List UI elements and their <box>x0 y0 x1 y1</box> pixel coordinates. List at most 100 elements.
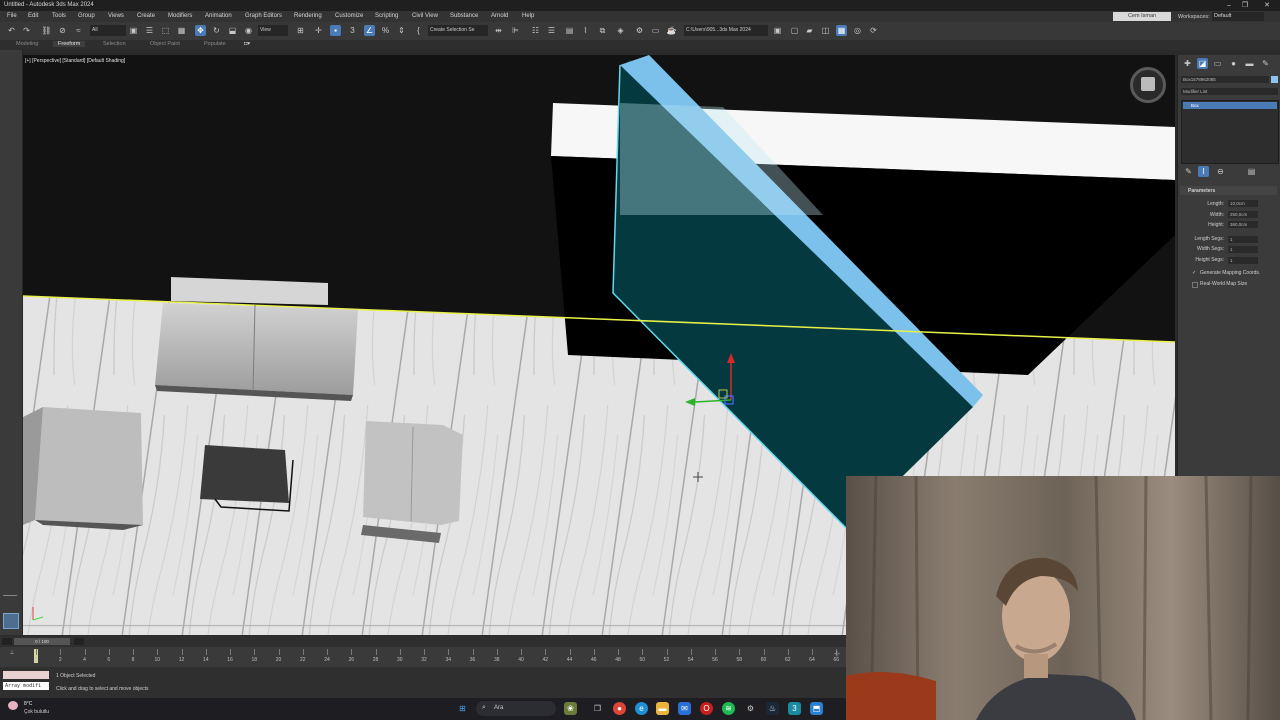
track-bar[interactable]: ⟂ 0 2 4 6 8 10 12 14 16 18 20 22 24 26 28 30 32 34 36 38 40 4… <box>0 647 846 667</box>
time-slider-thumb[interactable]: 0 / 100 <box>14 638 70 645</box>
named-selection-dropdown[interactable]: Create Selection Se <box>428 25 488 36</box>
viewport-label[interactable]: [+] [Perspective] [Standard] [Default Sh… <box>25 58 125 64</box>
modify-tab-icon[interactable]: ◪ <box>1197 58 1208 69</box>
open-explorer-icon[interactable]: ▣ <box>772 25 783 36</box>
prev-frame-button[interactable] <box>2 638 12 645</box>
spinner-snap-icon[interactable]: ⇕ <box>396 25 407 36</box>
edge-icon[interactable]: e <box>635 702 648 715</box>
pivot-icon[interactable]: ⊞ <box>295 25 306 36</box>
spotify-icon[interactable]: ≋ <box>722 702 735 715</box>
arnold-light-icon[interactable]: ⟳ <box>868 25 879 36</box>
menu-views[interactable]: Views <box>108 13 124 19</box>
menu-customize[interactable]: Customize <box>335 13 363 19</box>
manipulate-icon[interactable]: ✛ <box>313 25 324 36</box>
viewcube-face-icon[interactable] <box>1141 77 1155 91</box>
select-move-icon[interactable]: ✥ <box>195 25 206 36</box>
render-production-icon[interactable]: ☕ <box>666 25 677 36</box>
gen-mapping-checkbox[interactable]: ✓ <box>1192 270 1196 276</box>
maximize-icon[interactable]: ❐ <box>1238 1 1252 10</box>
keyboard-shortcut-icon[interactable]: ▪ <box>330 25 341 36</box>
windows-start-icon[interactable]: ⊞ <box>456 702 469 715</box>
modifier-stack[interactable]: Box <box>1181 100 1279 164</box>
settings-icon[interactable]: ⚙ <box>744 702 757 715</box>
minimize-icon[interactable]: – <box>1222 1 1236 10</box>
tab-selection[interactable]: Selection <box>103 41 126 47</box>
menu-civil-view[interactable]: Civil View <box>412 13 438 19</box>
tab-populate[interactable]: Populate <box>204 41 226 47</box>
real-world-checkbox[interactable] <box>1192 282 1198 288</box>
mirror-icon[interactable]: ⇹ <box>493 25 504 36</box>
width-segs-spinner[interactable]: 1 <box>1228 246 1258 253</box>
menu-rendering[interactable]: Rendering <box>294 13 322 19</box>
mail-icon[interactable]: ✉ <box>678 702 691 715</box>
close-icon[interactable]: ✕ <box>1260 1 1274 10</box>
menu-scripting[interactable]: Scripting <box>375 13 398 19</box>
widgets-icon[interactable]: ❀ <box>564 702 577 715</box>
window-crossing-icon[interactable]: ▦ <box>176 25 187 36</box>
workspace-dropdown[interactable]: Default <box>1212 12 1264 21</box>
user-account-button[interactable]: Cem Isman <box>1113 12 1171 21</box>
steam-icon[interactable]: ♨ <box>766 702 779 715</box>
menu-arnold[interactable]: Arnold <box>491 13 508 19</box>
select-object-icon[interactable]: ▣ <box>128 25 139 36</box>
undo-icon[interactable]: ↶ <box>6 25 17 36</box>
menu-graph-editors[interactable]: Graph Editors <box>245 13 282 19</box>
menu-substance[interactable]: Substance <box>450 13 478 19</box>
3dsmax-icon[interactable]: 3 <box>788 702 801 715</box>
ribbon-toggle-icon[interactable]: ▤ <box>564 25 575 36</box>
curve-editor-icon[interactable]: ⌇ <box>580 25 591 36</box>
opera-icon[interactable]: O <box>700 702 713 715</box>
motion-tab-icon[interactable]: ● <box>1228 58 1239 69</box>
length-spinner[interactable]: 10,0cm <box>1228 200 1258 207</box>
rect-selection-icon[interactable]: ⬚ <box>160 25 171 36</box>
layer-explorer-icon[interactable]: ☰ <box>546 25 557 36</box>
tab-modeling[interactable]: Modeling <box>16 41 38 47</box>
ribbon-options-icon[interactable]: ◘▾ <box>244 41 250 47</box>
viewport-layout-thumb[interactable] <box>3 613 19 629</box>
height-segs-spinner[interactable]: 1 <box>1228 257 1258 264</box>
modifier-list-dropdown[interactable]: Modifier List <box>1181 88 1278 95</box>
width-spinner[interactable]: 250,0cm <box>1228 211 1258 218</box>
pin-stack-icon[interactable]: ✎ <box>1183 166 1194 177</box>
track-bar-menu-icon[interactable]: ⟂ <box>10 650 14 657</box>
show-end-result-icon[interactable]: I <box>1198 166 1209 177</box>
arnold-ipr-icon[interactable]: ◎ <box>852 25 863 36</box>
select-by-name-icon[interactable]: ☰ <box>144 25 155 36</box>
menu-file[interactable]: File <box>7 13 17 19</box>
task-view-icon[interactable]: ❒ <box>591 702 604 715</box>
parameters-rollout-header[interactable]: Parameters <box>1180 186 1277 195</box>
object-name-field[interactable]: Box1578962085 <box>1181 76 1269 83</box>
menu-modifiers[interactable]: Modifiers <box>168 13 192 19</box>
layout-arrow-icon[interactable] <box>3 595 17 596</box>
tab-object-paint[interactable]: Object Paint <box>150 41 180 47</box>
tab-freeform[interactable]: Freeform <box>53 41 86 47</box>
stack-item-box[interactable]: Box <box>1183 102 1277 109</box>
length-segs-spinner[interactable]: 1 <box>1228 236 1258 243</box>
key-filter-icon[interactable]: ⊹ <box>834 650 840 658</box>
maxscript-listener-pink[interactable] <box>3 671 49 679</box>
arnold-render-icon[interactable]: ▦ <box>836 25 847 36</box>
object-color-swatch[interactable] <box>1271 76 1278 83</box>
schematic-view-icon[interactable]: ⧉ <box>597 25 608 36</box>
menu-group[interactable]: Group <box>78 13 95 19</box>
unlink-icon[interactable]: ⊘ <box>57 25 68 36</box>
create-tab-icon[interactable]: ✚ <box>1182 58 1193 69</box>
weather-temp[interactable]: 8°C <box>24 701 32 707</box>
time-slider[interactable]: 0 / 100 <box>0 636 846 647</box>
align-icon[interactable]: ⊫ <box>510 25 521 36</box>
maxscript-input[interactable]: Array modifi <box>3 682 49 690</box>
selection-filter-dropdown[interactable]: All <box>90 25 126 36</box>
select-place-icon[interactable]: ◉ <box>243 25 254 36</box>
project-folder-dropdown[interactable]: C:\Users\905...3ds Max 2024 <box>684 25 768 36</box>
menu-tools[interactable]: Tools <box>52 13 66 19</box>
weather-icon[interactable] <box>8 701 18 710</box>
asset-tracking-icon[interactable]: ◫ <box>820 25 831 36</box>
rendered-frame-icon[interactable]: ▭ <box>650 25 661 36</box>
select-scale-icon[interactable]: ⬓ <box>227 25 238 36</box>
menu-create[interactable]: Create <box>137 13 155 19</box>
hierarchy-tab-icon[interactable]: ▭ <box>1212 58 1223 69</box>
height-spinner[interactable]: 360,0cm <box>1228 221 1258 228</box>
snaps-toggle-icon[interactable]: 3 <box>347 25 358 36</box>
scene-explorer-icon[interactable]: ☷ <box>530 25 541 36</box>
search-box[interactable]: ⌕ Ara <box>476 701 556 716</box>
